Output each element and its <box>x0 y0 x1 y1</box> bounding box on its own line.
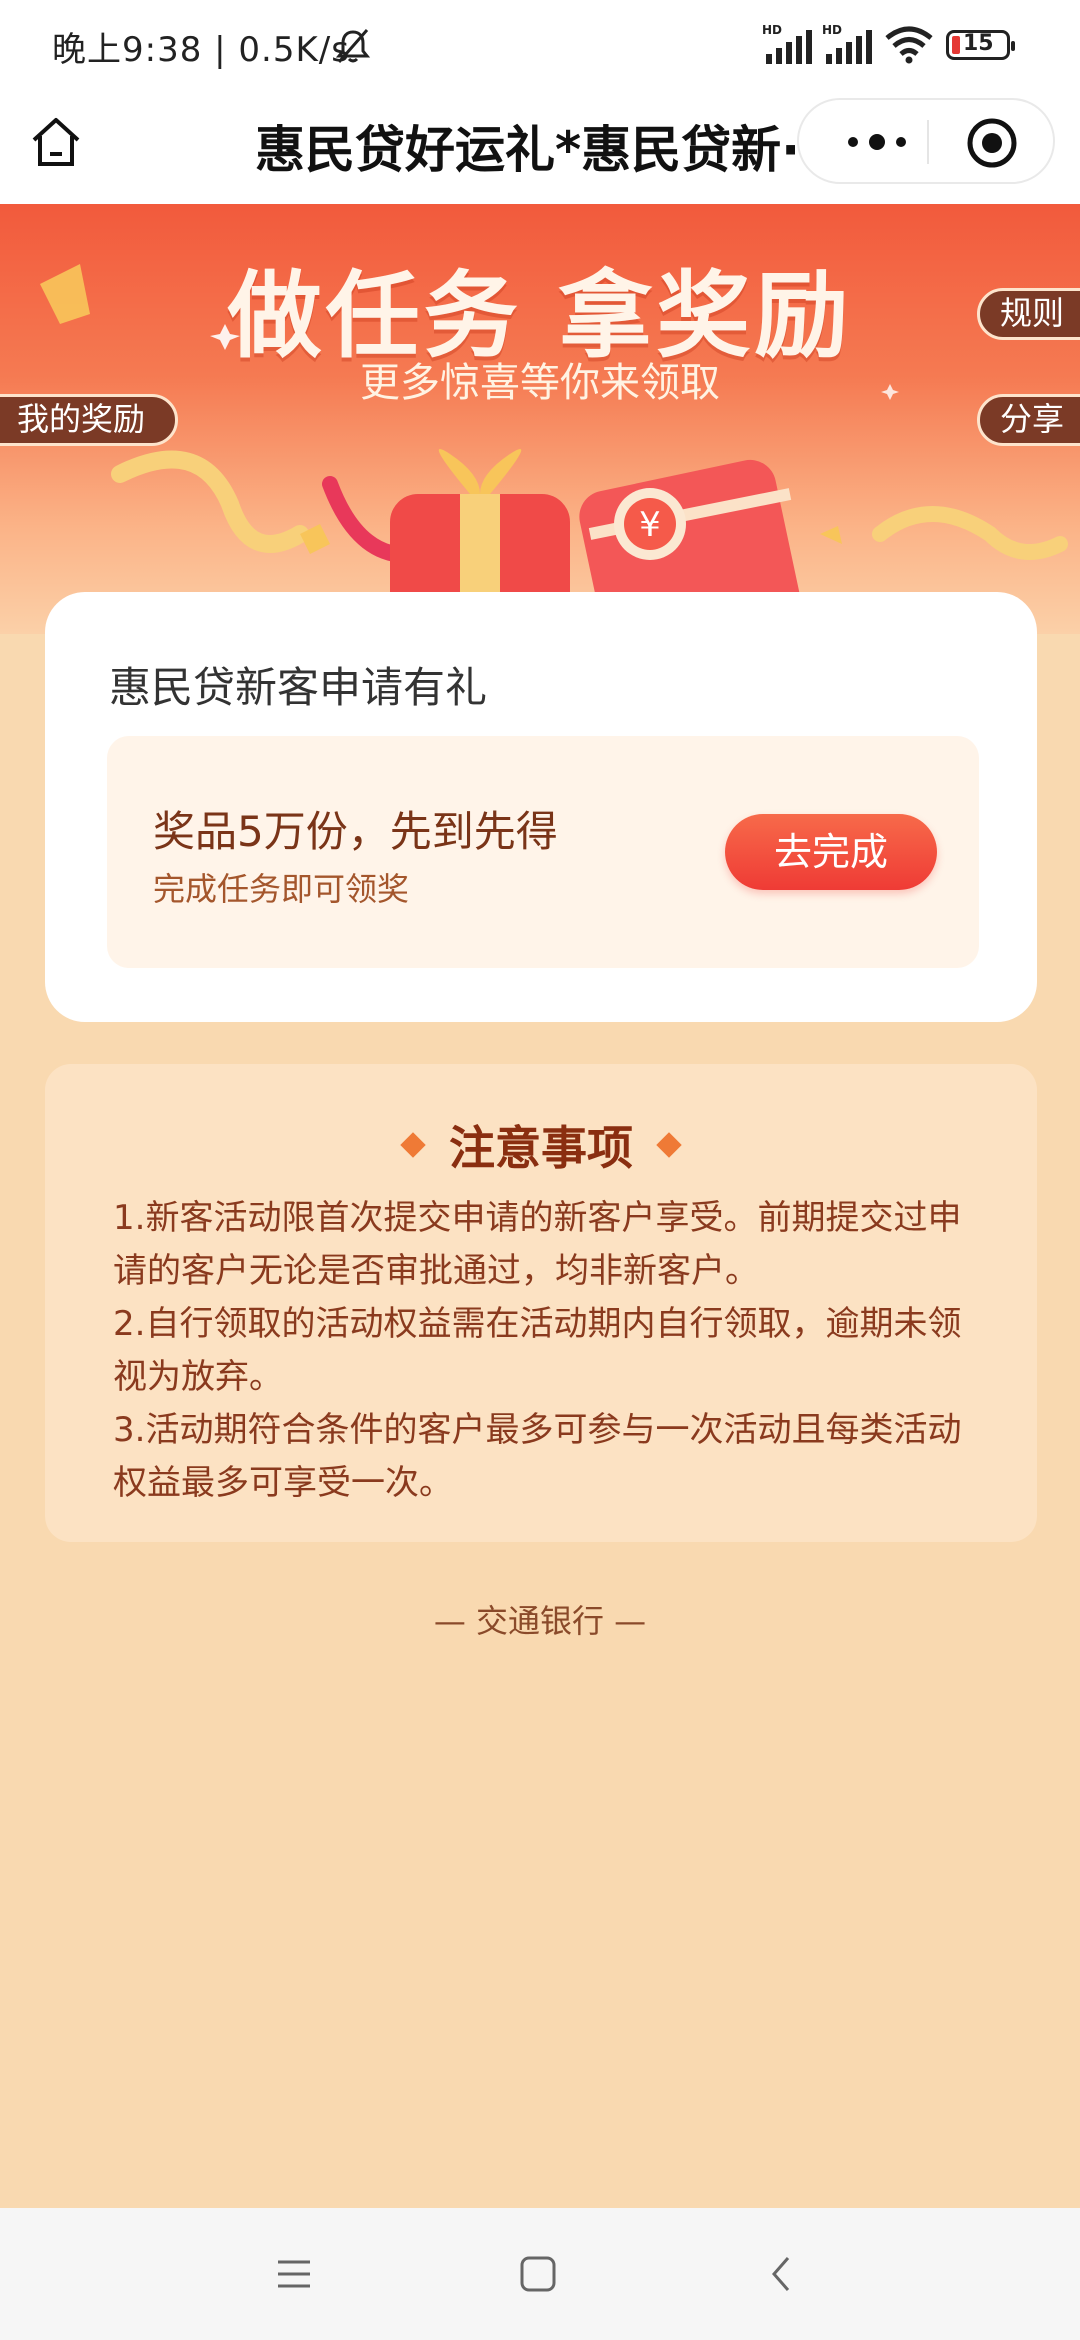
promo-banner: ¥ 做任务 拿奖励 更多惊喜等你来领取 规则 分享 我的奖励 <box>0 204 1080 634</box>
rules-button[interactable]: 规则 <box>977 288 1080 340</box>
notes-item: 1.新客活动限首次提交申请的新客户享受。前期提交过申请的客户无论是否审批通过，均… <box>113 1198 962 1291</box>
battery-level: 15 <box>963 31 994 56</box>
system-nav-bar <box>0 2208 1080 2340</box>
task-card-title: 惠民贷新客申请有礼 <box>109 663 488 712</box>
notes-header: 注意事项 <box>45 1112 1037 1178</box>
capsule-divider <box>927 120 929 164</box>
notes-item: 3.活动期符合条件的客户最多可参与一次活动且每类活动权益最多可享受一次。 <box>113 1410 962 1503</box>
wifi-icon <box>885 26 933 64</box>
notes-card: 注意事项 1.新客活动限首次提交申请的新客户享受。前期提交过申请的客户无论是否审… <box>45 1064 1037 1542</box>
go-complete-button[interactable]: 去完成 <box>725 814 937 890</box>
battery-fill <box>952 36 960 54</box>
notes-item: 2.自行领取的活动权益需在活动期内自行领取，逾期未领视为放弃。 <box>113 1304 962 1397</box>
target-close-icon[interactable] <box>965 116 1019 170</box>
page-title: 惠民贷好运礼*惠民贷新··· <box>255 121 815 179</box>
diamond-icon <box>400 1132 426 1158</box>
task-item-desc: 完成任务即可领奖 <box>153 870 410 908</box>
status-time: 晚上9:38 | 0.5K/s <box>52 30 350 70</box>
bell-off-icon <box>335 29 371 63</box>
my-rewards-button[interactable]: 我的奖励 <box>0 394 178 446</box>
share-button[interactable]: 分享 <box>977 394 1080 446</box>
status-bar: 晚上9:38 | 0.5K/s HD HD 15 <box>0 0 1080 90</box>
hd-signal-icon: HD <box>822 23 872 64</box>
menu-icon[interactable] <box>272 2252 316 2296</box>
bank-footer: — 交通银行 — <box>433 1602 647 1640</box>
svg-text:HD: HD <box>762 23 782 37</box>
task-item-title: 奖品5万份，先到先得 <box>153 807 558 856</box>
battery-icon: 15 <box>946 30 1015 60</box>
home-icon[interactable] <box>26 112 86 172</box>
svg-text:HD: HD <box>822 23 842 37</box>
back-icon[interactable] <box>760 2252 804 2296</box>
task-card: 惠民贷新客申请有礼 奖品5万份，先到先得 完成任务即可领奖 去完成 <box>45 592 1037 1022</box>
capsule-menu <box>797 98 1055 184</box>
hd-signal-icon: HD <box>762 23 812 64</box>
more-dots-icon[interactable] <box>837 120 917 164</box>
notes-title: 注意事项 <box>449 1121 633 1175</box>
svg-text:¥: ¥ <box>639 505 661 545</box>
mini-program-nav-bar: 惠民贷好运礼*惠民贷新··· <box>0 90 1080 204</box>
diamond-icon <box>656 1132 682 1158</box>
home-square-icon[interactable] <box>516 2252 560 2296</box>
task-item: 奖品5万份，先到先得 完成任务即可领奖 去完成 <box>107 736 979 968</box>
notes-list: 1.新客活动限首次提交申请的新客户享受。前期提交过申请的客户无论是否审批通过，均… <box>113 1192 993 1510</box>
